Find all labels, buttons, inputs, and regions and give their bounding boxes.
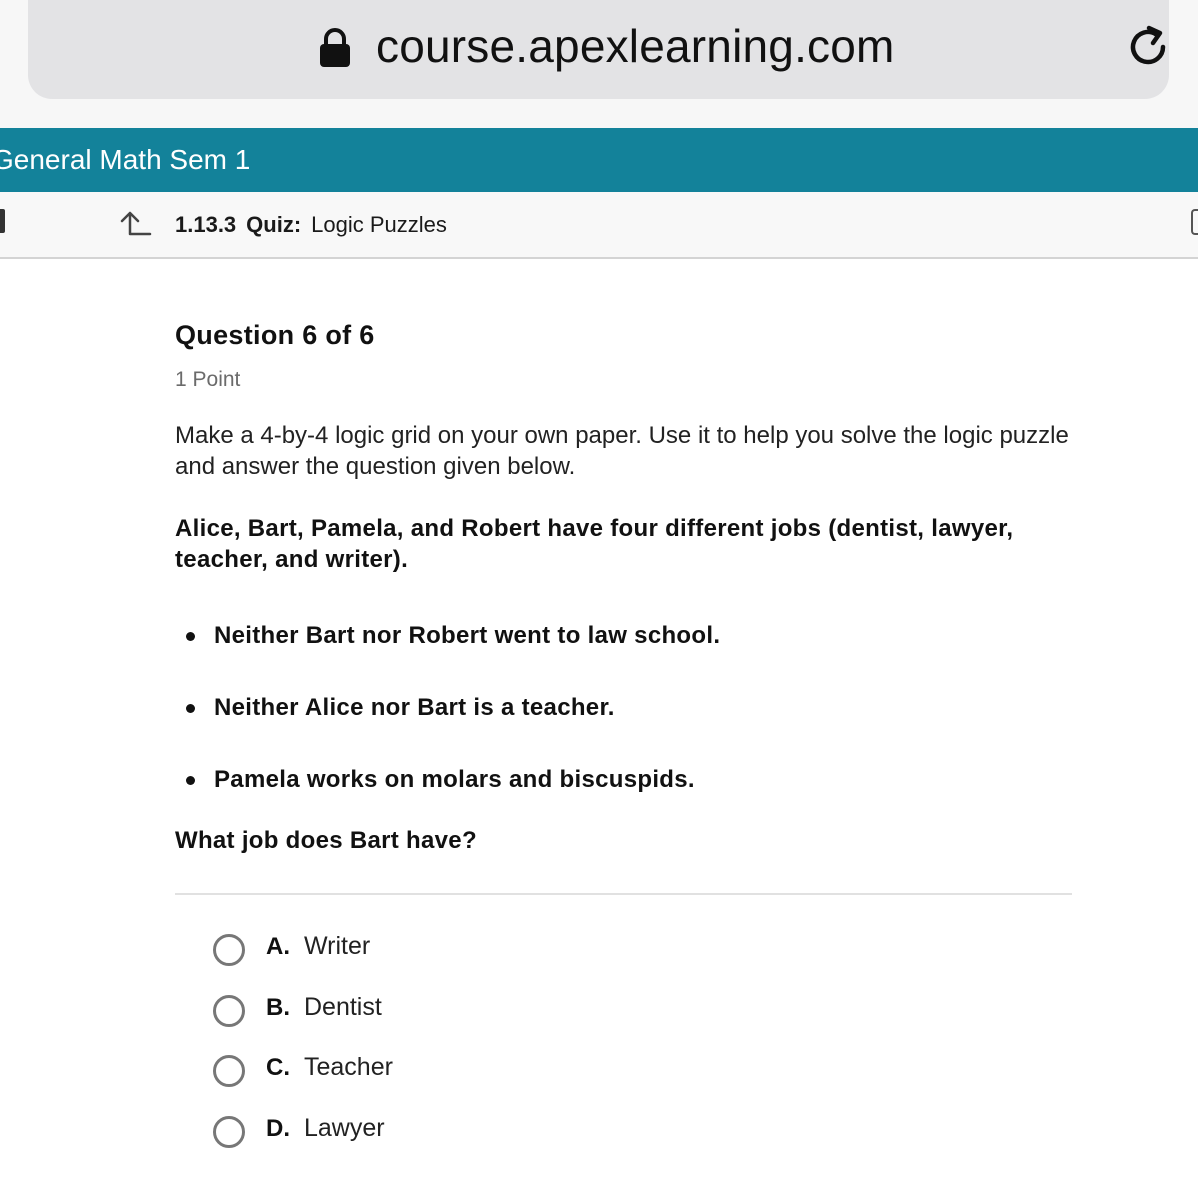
url-text[interactable]: course.apexlearning.com xyxy=(376,19,895,73)
activity-title: Logic Puzzles xyxy=(311,212,447,237)
question-content: Question 6 of 6 1 Point Make a 4-by-4 lo… xyxy=(175,320,1072,1166)
list-item: Neither Bart nor Robert went to law scho… xyxy=(175,620,1072,692)
answer-option-d[interactable]: D. Lawyer xyxy=(213,1106,1072,1167)
activity-type: Quiz: xyxy=(246,212,302,237)
option-text[interactable]: Dentist xyxy=(304,993,382,1022)
reload-icon[interactable] xyxy=(1123,22,1173,72)
lock-icon xyxy=(320,28,350,67)
address-bar[interactable]: course.apexlearning.com xyxy=(28,0,1169,99)
browser-chrome: course.apexlearning.com xyxy=(0,0,1198,128)
radio-button[interactable] xyxy=(213,994,245,1027)
answer-options: A. Writer B. Dentist C. Teacher D. Lawye… xyxy=(213,924,1072,1166)
bullet-icon xyxy=(186,632,195,641)
activity-header: 1.13.3 Quiz: Logic Puzzles xyxy=(0,192,1198,259)
divider xyxy=(175,893,1072,895)
bullet-icon xyxy=(186,704,195,713)
course-banner: General Math Sem 1 xyxy=(0,128,1198,192)
option-letter: D. xyxy=(266,1114,290,1142)
option-letter: C. xyxy=(266,1054,290,1081)
question-intro: Make a 4-by-4 logic grid on your own pap… xyxy=(175,422,1069,480)
expand-edge-icon[interactable] xyxy=(1191,209,1198,235)
puzzle-statement: Alice, Bart, Pamela, and Robert have fou… xyxy=(175,515,1014,573)
option-text[interactable]: Teacher xyxy=(304,1053,393,1082)
up-arrow-icon[interactable] xyxy=(118,208,152,238)
clue-text: Neither Bart nor Robert went to law scho… xyxy=(214,622,721,649)
menu-edge-icon[interactable] xyxy=(0,209,5,233)
option-letter: A. xyxy=(266,933,290,960)
radio-button[interactable] xyxy=(213,934,245,966)
radio-button[interactable] xyxy=(213,1115,245,1148)
question-points: 1 Point xyxy=(175,368,241,391)
answer-option-c[interactable]: C. Teacher xyxy=(213,1045,1072,1106)
section-number: 1.13.3 xyxy=(175,212,237,237)
clue-text: Pamela works on molars and biscuspids. xyxy=(214,766,695,793)
option-letter: B. xyxy=(266,993,290,1021)
radio-button[interactable] xyxy=(213,1055,245,1087)
bullet-icon xyxy=(186,776,195,785)
list-item: Pamela works on molars and biscuspids. xyxy=(175,764,1072,836)
answer-option-b[interactable]: B. Dentist xyxy=(213,985,1072,1046)
question-heading: Question 6 of 6 xyxy=(175,320,375,350)
clue-text: Neither Alice nor Bart is a teacher. xyxy=(214,694,615,721)
answer-option-a[interactable]: A. Writer xyxy=(213,924,1072,985)
clue-list: Neither Bart nor Robert went to law scho… xyxy=(175,620,1072,836)
option-text[interactable]: Writer xyxy=(304,932,370,961)
option-text[interactable]: Lawyer xyxy=(304,1114,385,1143)
activity-breadcrumb: 1.13.3 Quiz: Logic Puzzles xyxy=(175,212,447,238)
course-title: General Math Sem 1 xyxy=(0,144,251,175)
list-item: Neither Alice nor Bart is a teacher. xyxy=(175,692,1072,764)
